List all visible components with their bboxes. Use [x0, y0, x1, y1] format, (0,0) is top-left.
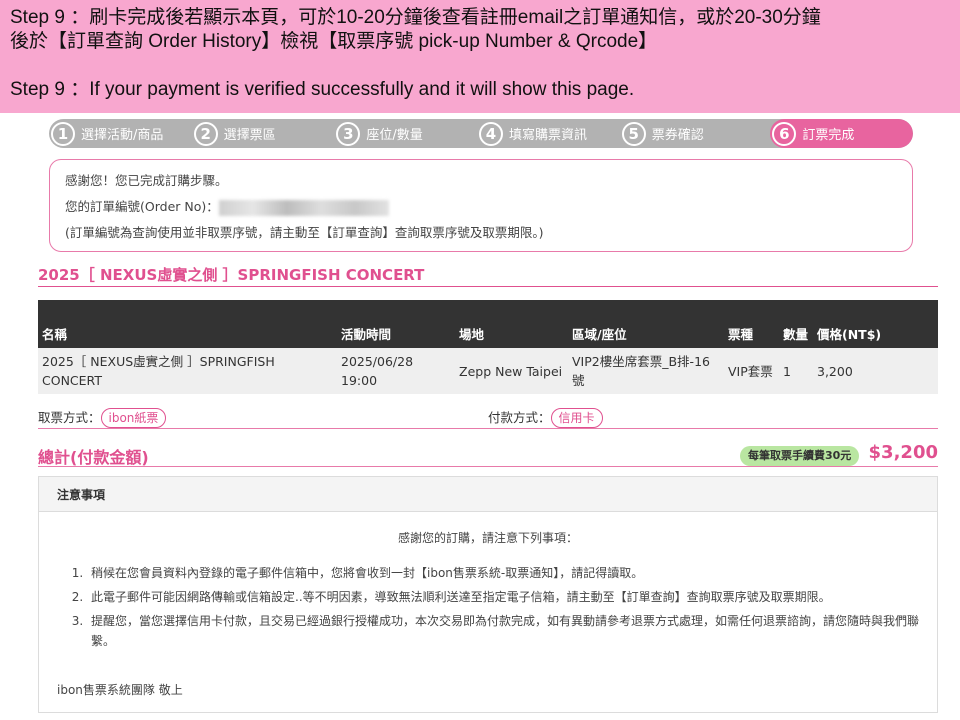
pickup-payment-row: 取票方式： ibon紙票 付款方式： 信用卡 [38, 407, 938, 429]
order-items-table: 名稱 活動時間 場地 區域/座位 票種 數量 價格(NT$) 2025［ NEX… [38, 300, 938, 394]
notice-signoff: ibon售票系統團隊 敬上 [57, 683, 183, 697]
step-1: 1 選擇活動/商品 [49, 119, 192, 148]
cell-event-name: 2025［ NEXUS虛實之側 ］SPRINGFISH CONCERT [38, 348, 337, 394]
payment-method: 付款方式： 信用卡 [488, 407, 603, 428]
banner-line-3: Step 9 ：If your payment is verified succ… [10, 79, 635, 100]
step-4: 4 填寫購票資訊 [477, 119, 620, 148]
step-number: 3 [336, 121, 361, 146]
list-item: 此電子郵件可能因網路傳輸或信箱設定..等不明因素，導致無法順利送達至指定電子信箱… [87, 587, 937, 607]
fee-badge: 每筆取票手續費30元 [740, 446, 860, 466]
step-number: 2 [193, 121, 218, 146]
step-3: 3 座位/數量 [334, 119, 477, 148]
order-complete-message: 感謝您！您已完成訂購步驟。 您的訂單編號(Order No)： (訂單編號為查詢… [49, 159, 913, 252]
pickup-badge: ibon紙票 [100, 408, 167, 428]
cell-venue: Zepp New Taipei [455, 348, 568, 394]
pickup-method: 取票方式： ibon紙票 [38, 408, 167, 428]
instruction-banner: Step 9 ：刷卡完成後若顯示本頁，可於10-20分鐘後查看註冊email之訂… [0, 0, 960, 113]
column-header: 活動時間 [337, 300, 455, 348]
order-number-redacted [218, 199, 389, 216]
step-label: 選擇票區 [223, 128, 276, 143]
step-2: 2 選擇票區 [192, 119, 335, 148]
event-title: 2025［ NEXUS虛實之側 ］SPRINGFISH CONCERT [38, 263, 938, 287]
banner-line-1: Step 9 ：刷卡完成後若顯示本頁，可於10-20分鐘後查看註冊email之訂… [10, 7, 821, 28]
progress-steps: 1 選擇活動/商品 2 選擇票區 3 座位/數量 4 填寫購票資訊 5 票券確認… [49, 119, 913, 148]
banner-line-2: 後於【訂單查詢 Order History】檢視【取票序號 pick-up Nu… [10, 31, 658, 52]
cell-ticket-type: VIP套票 [724, 348, 779, 394]
step-label: 票券確認 [651, 128, 704, 143]
notice-title: 注意事項 [39, 477, 937, 512]
table-header-row: 名稱 活動時間 場地 區域/座位 票種 數量 價格(NT$) [38, 300, 938, 348]
step-label: 選擇活動/商品 [81, 128, 164, 143]
total-amount: $3,200 [868, 442, 938, 463]
list-item: 提醒您，當您選擇信用卡付款，且交易已經過銀行授權成功，本次交易即為付款完成，如有… [87, 611, 937, 651]
column-header: 場地 [455, 300, 568, 348]
step-label: 填寫購票資訊 [509, 128, 588, 143]
list-item: 稍候在您會員資料內登錄的電子郵件信箱中，您將會收到一封【ibon售票系統-取票通… [87, 563, 937, 583]
table-row: 2025［ NEXUS虛實之側 ］SPRINGFISH CONCERT 2025… [38, 348, 938, 394]
total-row: 總計(付款金額) 每筆取票手續費30元 $3,200 [38, 440, 938, 467]
cell-price: 3,200 [813, 348, 938, 394]
step-5: 5 票券確認 [620, 119, 763, 148]
thanks-text: 感謝您！您已完成訂購步驟。 [65, 173, 228, 188]
total-label: 總計(付款金額) [38, 448, 149, 467]
pickup-label: 取票方式： [38, 410, 101, 425]
order-number-note: (訂單編號為查詢使用並非取票序號，請主動至【訂單查詢】查詢取票序號及取票期限。) [65, 225, 544, 240]
column-header: 票種 [724, 300, 779, 348]
order-number-line: 您的訂單編號(Order No)： [65, 194, 897, 220]
step-number: 4 [479, 121, 504, 146]
column-header: 區域/座位 [568, 300, 724, 348]
notice-intro: 感謝您的訂購，請注意下列事項： [397, 531, 578, 545]
cell-quantity: 1 [779, 348, 813, 394]
step-label: 訂票完成 [802, 128, 855, 143]
order-number-label: 您的訂單編號(Order No)： [65, 199, 219, 214]
step-label: 座位/數量 [366, 128, 423, 143]
cell-seat: VIP2樓坐席套票_B排-16號 [568, 348, 724, 394]
notice-list: 稍候在您會員資料內登錄的電子郵件信箱中，您將會收到一封【ibon售票系統-取票通… [87, 563, 937, 651]
column-header: 數量 [779, 300, 813, 348]
step-number: 1 [51, 121, 75, 146]
step-6-current: 6 訂票完成 [770, 119, 913, 148]
step-number: 5 [621, 121, 646, 146]
column-header: 價格(NT$) [813, 300, 938, 348]
step-number: 6 [772, 121, 797, 146]
payment-badge: 信用卡 [550, 408, 603, 428]
payment-label: 付款方式： [488, 410, 551, 425]
column-header: 名稱 [38, 300, 337, 348]
notice-panel: 注意事項 感謝您的訂購，請注意下列事項： 稍候在您會員資料內登錄的電子郵件信箱中… [38, 476, 938, 713]
cell-event-time: 2025/06/28 19:00 [337, 348, 455, 394]
